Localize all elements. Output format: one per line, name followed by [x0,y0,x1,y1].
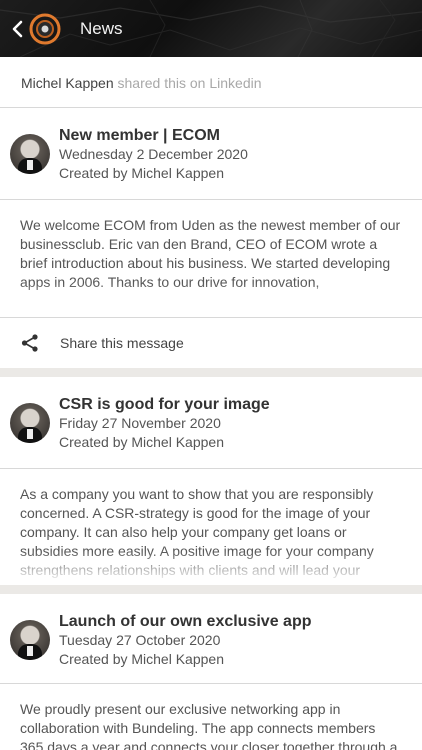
news-date: Wednesday 2 December 2020 [59,146,248,162]
share-message-label: Share this message [60,335,184,351]
news-excerpt[interactable]: As a company you want to show that you a… [0,469,422,585]
shared-on-linkedin-line: Michel Kappen shared this on Linkedin [0,57,422,108]
chevron-left-icon [12,20,23,38]
author-avatar [10,620,50,660]
news-card-header: New member | ECOM Wednesday 2 December 2… [0,108,422,200]
author-avatar [10,403,50,443]
share-message-button[interactable]: Share this message [0,317,422,368]
news-excerpt-text: We proudly present our exclusive network… [20,701,398,750]
news-card[interactable]: New member | ECOM Wednesday 2 December 2… [0,108,422,368]
excerpt-fade [0,551,422,585]
share-icon [21,334,38,352]
news-title: New member | ECOM [59,127,220,144]
news-card[interactable]: CSR is good for your image Friday 27 Nov… [0,377,422,585]
excerpt-fade [0,283,422,317]
news-author: Created by Michel Kappen [59,165,224,181]
news-author: Created by Michel Kappen [59,434,224,450]
app-header: News [0,0,422,57]
news-card[interactable]: Launch of our own exclusive app Tuesday … [0,594,422,750]
news-title: CSR is good for your image [59,396,270,413]
news-excerpt-text: We welcome ECOM from Uden as the newest … [20,217,401,290]
news-date: Tuesday 27 October 2020 [59,632,221,648]
section-separator [0,368,422,377]
news-author: Created by Michel Kappen [59,651,224,667]
sharer-name[interactable]: Michel Kappen [21,75,114,91]
club-logo [29,13,61,45]
page-title: News [80,19,123,38]
news-card-header: CSR is good for your image Friday 27 Nov… [0,377,422,469]
section-separator [0,585,422,594]
news-excerpt[interactable]: We welcome ECOM from Uden as the newest … [0,200,422,317]
back-button[interactable] [8,16,26,42]
cracked-texture-background [0,0,422,57]
news-card-header: Launch of our own exclusive app Tuesday … [0,594,422,684]
author-avatar [10,134,50,174]
news-title: Launch of our own exclusive app [59,613,312,630]
news-excerpt[interactable]: We proudly present our exclusive network… [0,684,422,750]
news-date: Friday 27 November 2020 [59,415,221,431]
shared-text: shared this on Linkedin [117,75,262,91]
